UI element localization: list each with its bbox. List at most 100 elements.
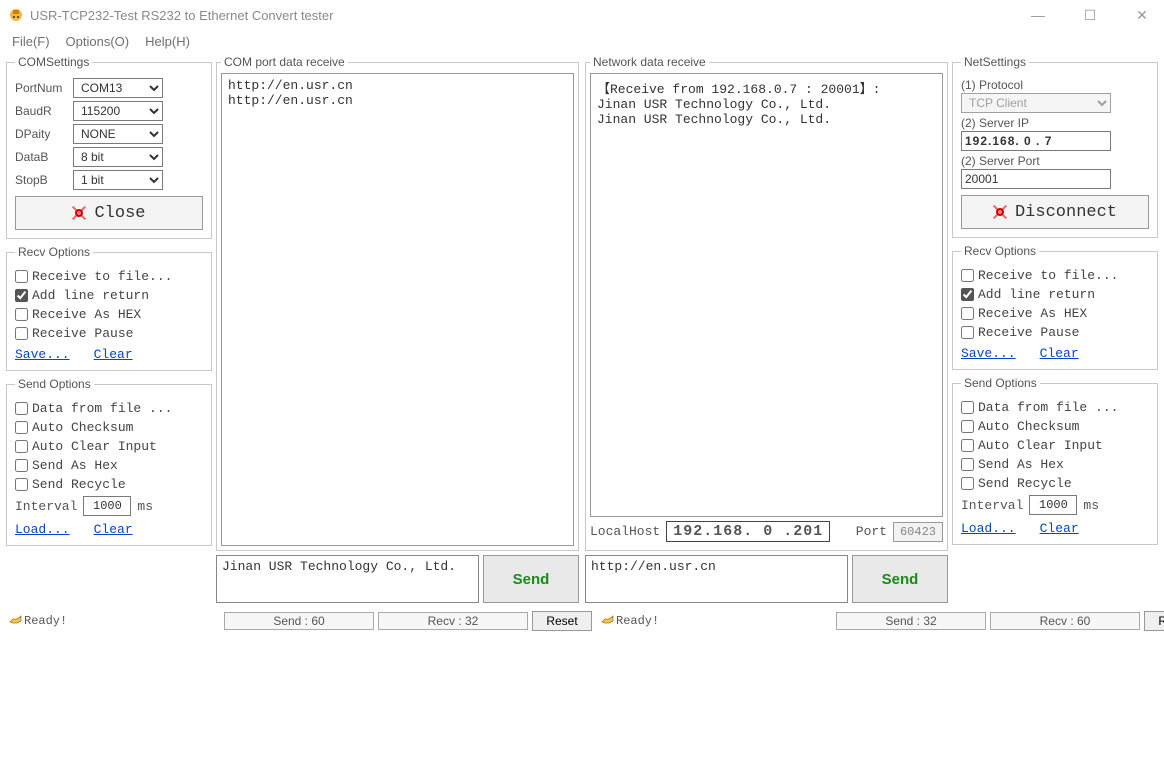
com-settings-group: COMSettings PortNum COM13 BaudR 115200 D… [6,55,212,239]
send-options-legend: Send Options [15,377,94,391]
com-reset-button[interactable]: Reset [532,611,592,631]
net-send-fromfile-check[interactable] [961,401,974,414]
net-send-hex-label: Send As Hex [978,457,1064,472]
com-recv-hex-label: Receive As HEX [32,307,141,322]
localport-label: Port [856,524,887,539]
net-send-textarea[interactable]: http://en.usr.cn [585,555,848,603]
net-send-cksum-check[interactable] [961,420,974,433]
com-recv-addline-check[interactable] [15,289,28,302]
maximize-button[interactable]: ☐ [1076,7,1104,24]
net-send-button[interactable]: Send [852,555,948,603]
net-disconnect-button[interactable]: Disconnect [961,195,1149,229]
datab-label: DataB [15,150,67,164]
net-disconnect-label: Disconnect [1015,203,1117,222]
net-settings-group: NetSettings (1) Protocol TCP Client (2) … [952,55,1158,238]
menu-help[interactable]: Help(H) [145,34,190,49]
menu-options[interactable]: Options(O) [66,34,130,49]
com-recv-save-link[interactable]: Save... [15,347,70,362]
com-close-button[interactable]: Close [15,196,203,230]
net-ready-text: Ready! [616,614,659,628]
com-send-autoclear-check[interactable] [15,440,28,453]
com-send-hex-check[interactable] [15,459,28,472]
com-send-fromfile-check[interactable] [15,402,28,415]
connect-icon [72,206,86,220]
com-interval-input[interactable] [83,496,131,516]
com-interval-unit: ms [137,499,153,514]
recv-options-legend: Recv Options [15,245,93,259]
net-recv-clear-link[interactable]: Clear [1040,346,1079,361]
com-recv-pause-check[interactable] [15,327,28,340]
com-send-autoclear-label: Auto Clear Input [32,439,157,454]
net-recv-pause-label: Receive Pause [978,325,1079,340]
proto-label: (1) Protocol [961,78,1149,92]
app-icon [8,7,24,23]
baud-select[interactable]: 115200 [73,101,163,121]
portnum-select[interactable]: COM13 [73,78,163,98]
net-recv-legend: Recv Options [961,244,1039,258]
menubar: File(F) Options(O) Help(H) [0,30,1164,55]
com-send-recycle-label: Send Recycle [32,477,126,492]
net-recv-tofile-check[interactable] [961,269,974,282]
net-data-panel: Network data receive 【Receive from 192.1… [585,55,948,551]
net-send-legend: Send Options [961,376,1040,390]
net-receive-area[interactable]: 【Receive from 192.168.0.7 : 20001】: Jina… [590,73,943,517]
net-recv-save-link[interactable]: Save... [961,346,1016,361]
menu-file[interactable]: File(F) [12,34,50,49]
serverip-input[interactable] [961,131,1111,151]
com-send-textarea[interactable]: Jinan USR Technology Co., Ltd. [216,555,479,603]
com-recv-tofile-label: Receive to file... [32,269,172,284]
net-settings-legend: NetSettings [961,55,1029,69]
com-receive-area[interactable]: http://en.usr.cn http://en.usr.cn [221,73,574,546]
com-send-cksum-check[interactable] [15,421,28,434]
serverip-label: (2) Server IP [961,116,1149,130]
portnum-label: PortNum [15,81,67,95]
com-recv-hex-check[interactable] [15,308,28,321]
baud-label: BaudR [15,104,67,118]
localhost-label: LocalHost [590,524,660,539]
net-send-load-link[interactable]: Load... [961,521,1016,536]
close-window-button[interactable]: ✕ [1128,7,1156,24]
com-recv-addline-label: Add line return [32,288,149,303]
net-send-recycle-check[interactable] [961,477,974,490]
com-interval-label: Interval [15,499,77,514]
minimize-button[interactable]: — [1024,7,1052,24]
net-recv-addline-check[interactable] [961,288,974,301]
net-send-cksum-label: Auto Checksum [978,419,1079,434]
net-send-hex-check[interactable] [961,458,974,471]
net-send-clear-link[interactable]: Clear [1040,521,1079,536]
com-recv-options-group: Recv Options Receive to file... Add line… [6,245,212,371]
proto-select[interactable]: TCP Client [961,93,1111,113]
parity-select[interactable]: NONE [73,124,163,144]
stopb-select[interactable]: 1 bit [73,170,163,190]
com-data-legend: COM port data receive [221,55,348,69]
com-send-options-group: Send Options Data from file ... Auto Che… [6,377,212,546]
com-send-load-link[interactable]: Load... [15,522,70,537]
serverport-input[interactable] [961,169,1111,189]
hand-icon [600,614,616,628]
net-reset-button[interactable]: Reset [1144,611,1164,631]
net-send-autoclear-check[interactable] [961,439,974,452]
com-send-button[interactable]: Send [483,555,579,603]
net-recv-options-group: Recv Options Receive to file... Add line… [952,244,1158,370]
com-send-fromfile-label: Data from file ... [32,401,172,416]
stopb-label: StopB [15,173,67,187]
com-data-panel: COM port data receive http://en.usr.cn h… [216,55,579,551]
com-recv-pause-label: Receive Pause [32,326,133,341]
localport-value [893,522,943,542]
net-interval-input[interactable] [1029,495,1077,515]
com-recv-clear-link[interactable]: Clear [94,347,133,362]
hand-icon [8,614,24,628]
net-send-count: Send : 32 [836,612,986,630]
localhost-ip[interactable]: 192.168. 0 .201 [666,521,830,542]
datab-select[interactable]: 8 bit [73,147,163,167]
com-recv-count: Recv : 32 [378,612,528,630]
serverport-label: (2) Server Port [961,154,1149,168]
com-send-clear-link[interactable]: Clear [94,522,133,537]
net-recv-pause-check[interactable] [961,326,974,339]
com-send-cksum-label: Auto Checksum [32,420,133,435]
net-recv-hex-check[interactable] [961,307,974,320]
titlebar: USR-TCP232-Test RS232 to Ethernet Conver… [0,0,1164,30]
com-send-recycle-check[interactable] [15,478,28,491]
com-ready-text: Ready! [24,614,67,628]
com-recv-tofile-check[interactable] [15,270,28,283]
